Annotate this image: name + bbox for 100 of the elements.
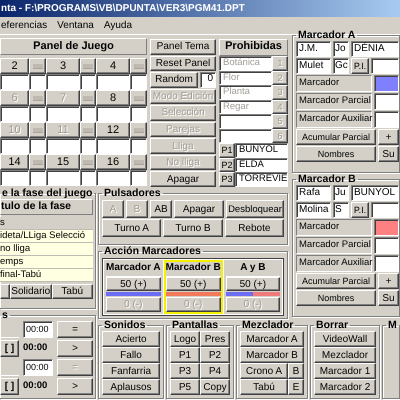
word-field[interactable] <box>219 128 272 143</box>
icon-button[interactable] <box>29 154 46 170</box>
text-field[interactable] <box>80 170 96 186</box>
number-button[interactable]: 12 <box>96 122 130 138</box>
player-button[interactable]: P2 <box>219 158 235 172</box>
action-button[interactable]: Fanfarria <box>102 363 160 379</box>
text-field[interactable] <box>29 106 46 122</box>
score-field[interactable] <box>374 255 399 272</box>
text-field[interactable] <box>80 138 96 154</box>
action-button[interactable]: P2 <box>200 347 230 363</box>
cut-button[interactable] <box>0 284 10 299</box>
icon-button[interactable] <box>130 154 147 170</box>
text-field[interactable] <box>29 170 46 186</box>
extra-button[interactable]: Su <box>378 146 399 162</box>
icon-button[interactable] <box>29 90 46 106</box>
score-field[interactable] <box>374 75 399 92</box>
names-button[interactable]: Nombres <box>296 290 376 306</box>
names-button[interactable]: Nombres <box>296 146 376 162</box>
team-field[interactable]: BUNYOL <box>235 143 288 158</box>
surname-field[interactable]: Gc <box>333 58 349 74</box>
panel-button[interactable]: Reset Panel <box>150 56 216 72</box>
text-field[interactable] <box>96 74 130 90</box>
action-button[interactable]: P1 <box>170 347 200 363</box>
text-field[interactable] <box>130 74 147 90</box>
extra-button[interactable]: Su <box>378 290 399 306</box>
action-button[interactable]: Logo <box>170 331 200 347</box>
surname-field[interactable]: Molina <box>296 202 331 218</box>
text-field[interactable] <box>80 74 96 90</box>
action-button[interactable]: Acierto <box>102 331 160 347</box>
random-button[interactable]: Random <box>150 72 198 88</box>
accumulate-button[interactable]: Acumular Parcial <box>296 273 376 289</box>
add-button[interactable]: 50 (+) <box>166 276 221 292</box>
bracket-button[interactable]: [ ] <box>0 378 19 395</box>
text-field[interactable] <box>29 74 46 90</box>
plus-button[interactable]: + <box>378 129 399 145</box>
action-button[interactable]: P4 <box>200 363 230 379</box>
action-button[interactable]: E <box>288 379 304 395</box>
action-button[interactable]: Marcador A <box>240 331 304 347</box>
add-button[interactable]: 50 (+) <box>106 276 161 292</box>
accumulate-button[interactable]: Acumular Parcial <box>296 129 376 145</box>
phase-item[interactable]: ideta/LLiga Selecció <box>0 230 93 243</box>
text-field[interactable] <box>0 74 29 90</box>
text-field[interactable] <box>96 170 130 186</box>
icon-button[interactable] <box>130 122 147 138</box>
action-button[interactable]: Pres <box>200 331 230 347</box>
surname-field[interactable]: S <box>333 202 349 218</box>
menu-item[interactable]: Ventana <box>56 20 95 31</box>
score-field[interactable] <box>374 93 399 110</box>
text-field[interactable] <box>29 138 46 154</box>
turn-button[interactable]: Turno A <box>102 219 162 237</box>
time-field[interactable]: 00:00 <box>23 321 53 338</box>
action-button[interactable]: Fallo <box>102 347 160 363</box>
number-button[interactable]: 15 <box>46 154 80 170</box>
team-field[interactable]: ELDA <box>235 158 288 172</box>
text-field[interactable] <box>46 138 80 154</box>
number-button[interactable]: 4 <box>96 58 130 74</box>
name-field[interactable]: Jo <box>333 41 349 57</box>
action-button[interactable]: Tabú <box>240 379 288 395</box>
icon-button[interactable] <box>29 58 46 74</box>
buzzer-button[interactable]: Apagar <box>174 200 224 218</box>
bracket-button[interactable]: [ ] <box>0 340 19 357</box>
value-field[interactable] <box>371 58 399 74</box>
add-button[interactable]: 50 (+) <box>226 276 280 292</box>
icon-button[interactable] <box>130 90 147 106</box>
timer-button[interactable]: > <box>57 378 93 395</box>
timer-button[interactable]: > <box>57 340 93 357</box>
action-button[interactable]: B <box>288 363 304 379</box>
text-field[interactable] <box>96 106 130 122</box>
text-field[interactable] <box>0 138 29 154</box>
action-button[interactable]: Crono A <box>240 363 288 379</box>
number-button[interactable]: 14 <box>0 154 29 170</box>
team-field[interactable]: TORREVIE <box>235 172 288 186</box>
name-field[interactable]: Ju <box>333 185 349 201</box>
score-field[interactable] <box>374 111 399 128</box>
buzzer-button[interactable]: Desbloquear <box>226 200 284 218</box>
score-field[interactable] <box>374 219 399 236</box>
pi-button[interactable]: P.I. <box>351 58 369 74</box>
phase-item[interactable]: final-Tabú <box>0 269 93 282</box>
icon-button[interactable] <box>29 122 46 138</box>
icon-button[interactable] <box>80 122 96 138</box>
text-field[interactable] <box>46 74 80 90</box>
action-button[interactable]: Marcador 1 <box>314 363 376 379</box>
text-field[interactable] <box>46 170 80 186</box>
buzzer-button[interactable]: AB <box>150 200 172 218</box>
phase-item[interactable]: no lliga <box>0 243 93 256</box>
surname-field[interactable]: Mulet <box>296 58 331 74</box>
text-field[interactable] <box>80 106 96 122</box>
number-button[interactable]: 8 <box>96 90 130 106</box>
text-field[interactable] <box>130 170 147 186</box>
action-button[interactable]: VideoWall <box>314 331 376 347</box>
text-field[interactable] <box>0 106 29 122</box>
name-field[interactable]: Rafa <box>296 185 331 201</box>
team-field[interactable]: BUNYOL <box>351 185 399 201</box>
word-field[interactable] <box>219 114 272 128</box>
number-button[interactable]: 2 <box>0 58 29 74</box>
phase-item[interactable]: emps <box>0 256 93 269</box>
value-field[interactable] <box>371 202 399 218</box>
random-field[interactable]: 0 <box>200 72 216 88</box>
player-button[interactable]: P3 <box>219 172 235 186</box>
action-button[interactable]: Mezclador <box>314 347 376 363</box>
